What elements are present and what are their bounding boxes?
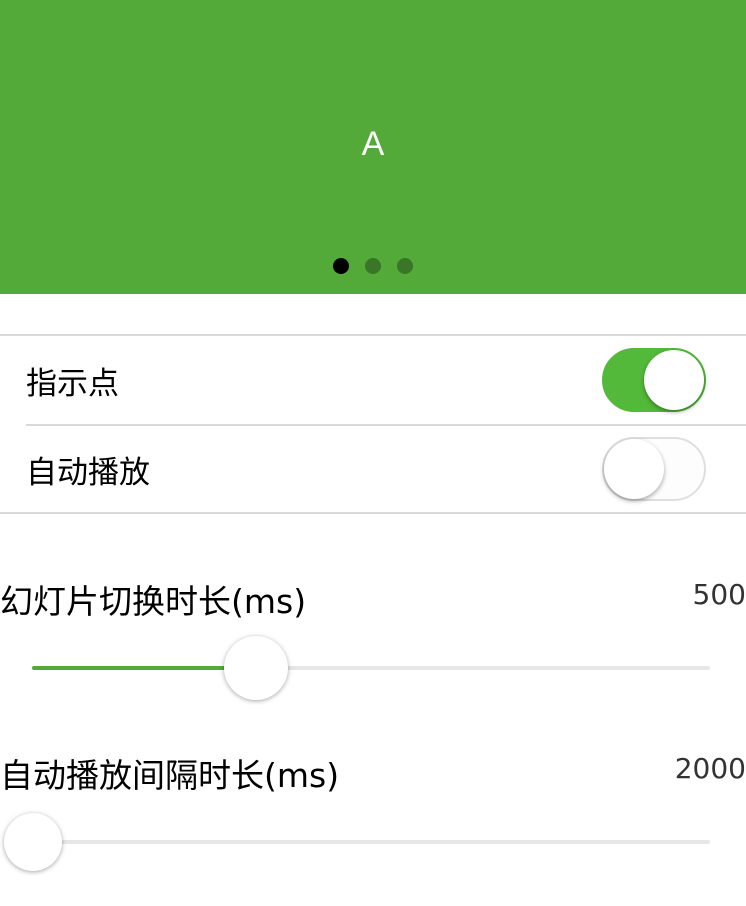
slide-label: A [361,125,385,163]
swiper-carousel[interactable]: A [0,0,746,294]
autoplay-row: 自动播放 [26,424,746,512]
settings-list: 指示点 自动播放 [0,334,746,514]
duration-slider-title: 幻灯片切换时长(ms) [0,582,307,621]
duration-slider-track[interactable] [32,636,710,700]
indicator-dots [0,258,746,274]
indicator-dot-2[interactable] [365,258,381,274]
autoplay-label: 自动播放 [26,454,150,491]
switch-knob [604,439,664,499]
interval-slider-title: 自动播放间隔时长(ms) [0,756,340,795]
autoplay-switch[interactable] [602,437,706,501]
interval-slider-value: 2000 [674,752,746,785]
indicator-dots-switch[interactable] [602,348,706,412]
swiper-demo-page: A 指示点 自动播放 幻灯片切换时长(ms) 500 自动播放间隔时长(ms) … [0,0,746,906]
interval-slider-track[interactable] [4,813,710,871]
duration-slider-thumb[interactable] [223,636,288,700]
duration-slider-value: 500 [692,578,746,611]
indicator-dots-label: 指示点 [26,365,119,402]
interval-slider-thumb[interactable] [4,813,62,871]
indicator-dot-3[interactable] [397,258,413,274]
indicator-dot-1[interactable] [333,258,349,274]
indicator-dots-row: 指示点 [26,336,746,424]
switch-knob [644,350,704,410]
duration-slider-fill [32,666,256,670]
